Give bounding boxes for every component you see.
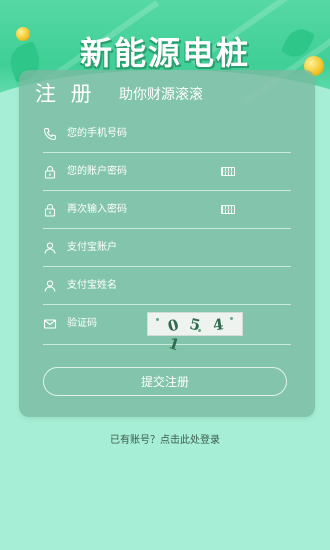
user-icon — [44, 242, 56, 254]
alipay-name-row — [43, 267, 291, 305]
alipay-account-input[interactable] — [67, 237, 267, 257]
keyboard-icon[interactable] — [221, 205, 235, 214]
login-link-row: 已有账号？点击此处登录 — [0, 431, 330, 446]
form-title: 注 册 — [35, 82, 96, 106]
mail-icon — [43, 319, 57, 329]
submit-register-button[interactable]: 提交注册 — [43, 367, 287, 396]
captcha-row: 0541 — [43, 303, 291, 358]
captcha-char: 4 — [211, 313, 237, 335]
alipay-name-input[interactable] — [67, 275, 267, 295]
lock-icon — [44, 165, 56, 179]
captcha-noise — [198, 329, 201, 332]
phone-row — [43, 115, 291, 153]
form-subtitle: 助你财源滚滚 — [119, 87, 203, 103]
captcha-char: 1 — [166, 334, 194, 359]
password-confirm-input[interactable] — [67, 199, 217, 219]
captcha-char: 5 — [188, 314, 215, 338]
lock-icon — [44, 203, 56, 217]
keyboard-icon[interactable] — [221, 167, 235, 176]
captcha-input[interactable] — [67, 313, 137, 333]
password-row — [43, 153, 291, 191]
register-card: 注 册 助你财源滚滚 您的手机号码 支付宝账户 支付宝姓名 验证码 0541 提… — [19, 70, 315, 417]
captcha-noise — [156, 318, 159, 321]
phone-input[interactable] — [67, 123, 267, 143]
captcha-image[interactable]: 0541 — [147, 312, 243, 358]
password-input[interactable] — [67, 161, 217, 181]
captcha-noise — [230, 317, 233, 320]
app-title: 新能源电桩 — [79, 34, 250, 72]
password-confirm-row — [43, 191, 291, 229]
alipay-account-row — [43, 229, 291, 267]
login-link[interactable]: 已有账号？点击此处登录 — [110, 435, 220, 446]
phone-icon — [43, 127, 57, 141]
user-icon — [44, 280, 56, 292]
